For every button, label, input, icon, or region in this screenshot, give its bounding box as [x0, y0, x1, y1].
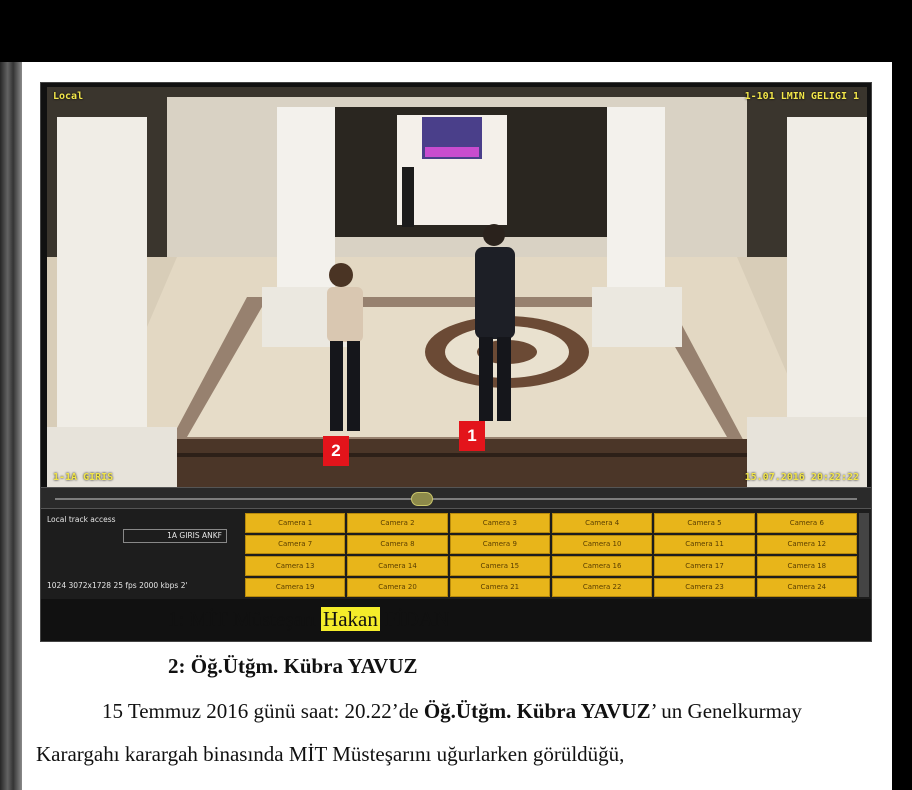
- timeline-scrubber[interactable]: [411, 492, 433, 506]
- osd-location: 1-1A GIRIS: [53, 472, 114, 483]
- top-black-bar: [0, 0, 912, 62]
- camera-select-button[interactable]: Camera 20: [347, 577, 448, 597]
- camera-button-grid: Camera 1 Camera 2 Camera 3 Camera 4 Camera 5…: [245, 513, 857, 597]
- camera-grid-scrollbar[interactable]: [859, 513, 869, 597]
- osd-camera-name: 1-101 LMIN GELIGI 1: [744, 91, 859, 102]
- background-strip: [0, 0, 22, 790]
- paragraph-line-1-c: ’ un Genelkurmay: [650, 699, 802, 723]
- camera-select-button[interactable]: Camera 24: [756, 577, 857, 597]
- camera-select-button[interactable]: Camera 9: [449, 534, 550, 554]
- paragraph-line-2: Karargahı karargah binasında MİT Müsteşa…: [36, 742, 625, 766]
- camera-feed[interactable]: Local 1-101 LMIN GELIGI 1 1-1A GIRIS 15.…: [47, 87, 867, 487]
- lobby-scene: [47, 87, 867, 487]
- osd-source: Local: [53, 91, 84, 102]
- camera-select-button[interactable]: Camera 4: [552, 513, 653, 533]
- caption-highlight: Hakan: [321, 607, 380, 631]
- camera-select-button[interactable]: Camera 21: [449, 577, 550, 597]
- camera-select-button[interactable]: Camera 2: [347, 513, 448, 533]
- stream-resolution: 1024 3072x1728 25 fps 2000 kbps 2': [47, 581, 188, 590]
- camera-select-button[interactable]: Camera 5: [654, 513, 755, 533]
- playback-timeline[interactable]: [41, 487, 871, 509]
- camera-select-button[interactable]: Camera 15: [449, 556, 550, 576]
- stream-title: Local track access: [47, 515, 116, 524]
- person-marker-1: 1: [459, 421, 485, 451]
- paragraph-line-1-a: 15 Temmuz 2016 günü saat: 20.22’de: [102, 699, 424, 723]
- caption-person-2: 2: Öğ.Ütğm. Kübra YAVUZ: [168, 654, 418, 678]
- camera-select-button[interactable]: Camera 16: [552, 556, 653, 576]
- camera-select-button[interactable]: Camera 14: [347, 556, 448, 576]
- camera-viewer: Local 1-101 LMIN GELIGI 1 1-1A GIRIS 15.…: [40, 82, 872, 642]
- camera-select-button[interactable]: Camera 6: [756, 513, 857, 533]
- camera-select-button[interactable]: Camera 3: [449, 513, 550, 533]
- paragraph-line-1: 15 Temmuz 2016 günü saat: 20.22’de Öğ.Üt…: [102, 699, 802, 724]
- camera-select-button[interactable]: Camera 17: [654, 556, 755, 576]
- camera-select-button[interactable]: Camera 7: [245, 534, 346, 554]
- paragraph-line-1-bold: Öğ.Ütğm. Kübra YAVUZ: [423, 699, 651, 723]
- caption-person-1: 1: MİT Müsteşarı Hakan FİDAN: [168, 607, 449, 632]
- timeline-track: [55, 498, 857, 500]
- caption-person-1-suffix: FİDAN: [379, 607, 450, 631]
- camera-controls: Local track access 1A GIRIS ANKF 1024 30…: [41, 509, 871, 599]
- document-page: Local 1-101 LMIN GELIGI 1 1-1A GIRIS 15.…: [22, 62, 892, 790]
- stream-name-box[interactable]: 1A GIRIS ANKF: [123, 529, 227, 543]
- camera-select-button[interactable]: Camera 8: [347, 534, 448, 554]
- camera-select-button[interactable]: Camera 18: [756, 556, 857, 576]
- camera-select-button[interactable]: Camera 13: [245, 556, 346, 576]
- camera-select-button[interactable]: Camera 1: [245, 513, 346, 533]
- camera-select-button[interactable]: Camera 19: [245, 577, 346, 597]
- caption-person-1-prefix: 1: MİT Müsteşarı: [168, 607, 322, 631]
- camera-select-button[interactable]: Camera 12: [756, 534, 857, 554]
- person-marker-2: 2: [323, 436, 349, 466]
- camera-select-button[interactable]: Camera 22: [552, 577, 653, 597]
- osd-timestamp: 15.07.2016 20:22:22: [744, 472, 859, 483]
- camera-select-button[interactable]: Camera 11: [654, 534, 755, 554]
- stream-info-panel: Local track access 1A GIRIS ANKF 1024 30…: [43, 513, 239, 597]
- camera-select-button[interactable]: Camera 23: [654, 577, 755, 597]
- camera-select-button[interactable]: Camera 10: [552, 534, 653, 554]
